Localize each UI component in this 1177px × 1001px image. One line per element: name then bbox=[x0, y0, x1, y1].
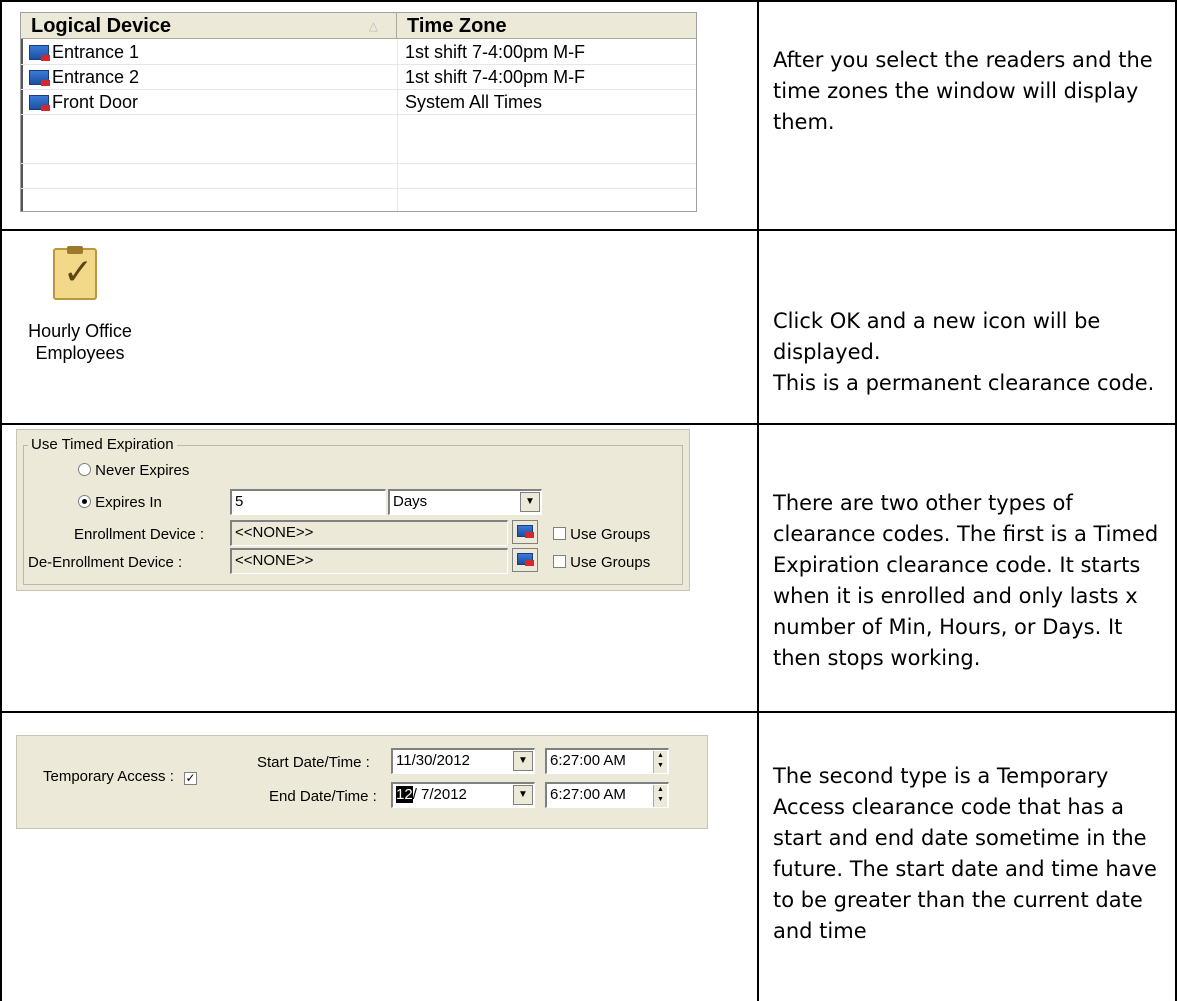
reader-device-icon bbox=[517, 553, 534, 566]
column-header-logical-device[interactable]: Logical Device △ bbox=[21, 13, 397, 39]
temporary-access-option[interactable]: Temporary Access : ✓ bbox=[43, 768, 198, 785]
spinner-arrows-icon[interactable]: ▲ ▼ bbox=[653, 785, 667, 807]
never-expires-option[interactable]: Never Expires bbox=[78, 462, 189, 479]
reader-device-icon bbox=[29, 70, 50, 86]
end-time-spinner[interactable]: 6:27:00 AM ▲ ▼ bbox=[545, 782, 669, 808]
expires-in-radio[interactable] bbox=[78, 495, 91, 508]
use-groups-checkbox[interactable] bbox=[553, 527, 566, 540]
temporary-access-checkbox[interactable]: ✓ bbox=[184, 772, 198, 785]
enrollment-device-picker-button[interactable] bbox=[512, 520, 538, 544]
never-expires-radio[interactable] bbox=[78, 463, 91, 476]
de-enrollment-device-field: <<NONE>> bbox=[230, 548, 508, 574]
start-date-picker[interactable]: 11/30/2012 ▼ bbox=[391, 748, 535, 774]
reader-device-icon bbox=[29, 95, 50, 111]
row-description: Click OK and a new icon will be displaye… bbox=[773, 309, 1155, 395]
column-header-time-zone[interactable]: Time Zone bbox=[397, 13, 697, 39]
enrollment-device-label: Enrollment Device : bbox=[74, 526, 205, 543]
row-description: The second type is a Temporary Access cl… bbox=[773, 764, 1157, 943]
group-title: Use Timed Expiration bbox=[28, 436, 177, 453]
chevron-down-icon[interactable]: ▼ bbox=[513, 751, 533, 771]
reader-device-icon bbox=[29, 45, 50, 61]
list-item[interactable]: Front Door System All Times bbox=[21, 90, 696, 114]
use-groups-checkbox[interactable] bbox=[553, 555, 566, 568]
reader-device-icon bbox=[517, 525, 534, 538]
spinner-arrows-icon[interactable]: ▲ ▼ bbox=[653, 751, 667, 773]
list-item[interactable]: Entrance 1 1st shift 7-4:00pm M-F bbox=[21, 40, 696, 64]
timed-expiration-panel: Use Timed Expiration Never Expires Expir… bbox=[16, 429, 690, 591]
clipboard-check-icon[interactable]: ✓ bbox=[53, 246, 97, 300]
start-time-spinner[interactable]: 6:27:00 AM ▲ ▼ bbox=[545, 748, 669, 774]
list-item[interactable]: Entrance 2 1st shift 7-4:00pm M-F bbox=[21, 65, 696, 89]
expires-in-input[interactable]: 5 bbox=[230, 489, 386, 515]
de-enrollment-device-picker-button[interactable] bbox=[512, 548, 538, 572]
start-datetime-label: Start Date/Time : bbox=[257, 754, 370, 771]
row-description: There are two other types of clearance c… bbox=[773, 491, 1159, 670]
sort-arrow-icon: △ bbox=[368, 19, 378, 33]
clearance-icon-label: Hourly Office Employees bbox=[28, 321, 132, 363]
logical-device-list[interactable]: Logical Device △ Time Zone Entrance 1 1st… bbox=[20, 12, 697, 212]
list-header: Logical Device △ Time Zone bbox=[21, 13, 696, 39]
end-date-picker[interactable]: 12/ 7/2012 ▼ bbox=[391, 782, 535, 808]
row-description: After you select the readers and the tim… bbox=[773, 48, 1153, 134]
timed-expiration-group: Use Timed Expiration Never Expires Expir… bbox=[23, 436, 683, 585]
de-enrollment-device-label: De-Enrollment Device : bbox=[28, 554, 183, 571]
expiration-unit-select[interactable]: Days ▼ bbox=[388, 489, 542, 515]
temporary-access-panel: Temporary Access : ✓ Start Date/Time : 1… bbox=[16, 735, 708, 829]
chevron-down-icon[interactable]: ▼ bbox=[513, 785, 533, 805]
enrollment-device-field: <<NONE>> bbox=[230, 520, 508, 546]
chevron-down-icon[interactable]: ▼ bbox=[520, 492, 540, 512]
use-groups-option[interactable]: Use Groups bbox=[553, 554, 650, 571]
use-groups-option[interactable]: Use Groups bbox=[553, 526, 650, 543]
table-row: Click OK and a new icon will be displaye… bbox=[0, 231, 1177, 425]
end-datetime-label: End Date/Time : bbox=[269, 788, 377, 805]
expires-in-option[interactable]: Expires In bbox=[78, 494, 162, 511]
